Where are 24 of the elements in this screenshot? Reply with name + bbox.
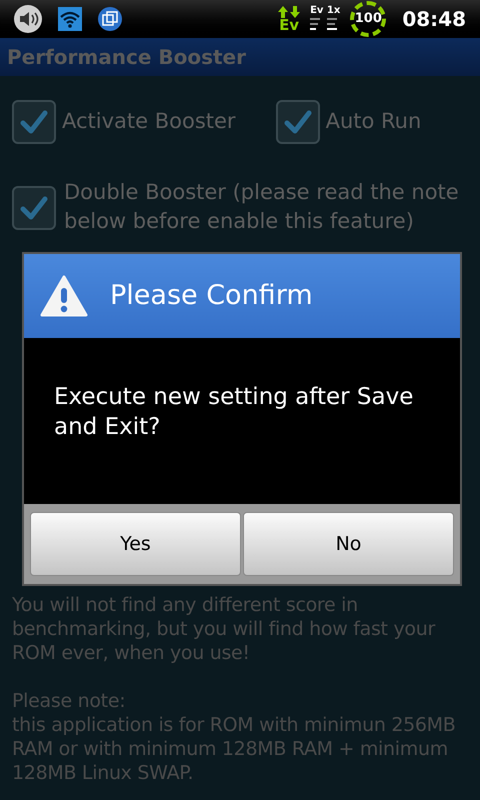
checkbox[interactable]	[276, 100, 320, 144]
dialog-message: Execute new setting after Save and Exit?	[54, 383, 414, 442]
note-paragraph: Please note: this application is for ROM with minimun 256MB RAM or with minimum 128MB RAM + minimum 128MB Linux SWAP.	[12, 689, 457, 785]
clock-time: 08:48	[402, 6, 466, 33]
option-label: Double Booster (please read the note below before enable this feature)	[64, 179, 460, 235]
option-label: Auto Run	[326, 108, 422, 136]
checkmark-icon	[284, 110, 312, 134]
checkbox[interactable]	[12, 100, 56, 144]
speaker-icon	[14, 5, 42, 33]
warning-icon	[40, 275, 88, 317]
checkmark-icon	[20, 110, 48, 134]
note-paragraph: You will not find any different score in benchmarking, but you will find how fast your ROM ever, when you use!	[12, 593, 436, 665]
signal-label: Ev 1x	[310, 6, 340, 16]
dialog-button[interactable]: Yes	[30, 512, 241, 576]
window-title: Performance Booster	[7, 44, 246, 71]
checkmark-icon	[20, 196, 48, 220]
wifi-icon	[58, 7, 82, 31]
checkbox[interactable]	[12, 186, 56, 230]
dialog-button[interactable]: No	[243, 512, 454, 576]
sync-icon	[98, 7, 122, 31]
dialog-title: Please Confirm	[110, 278, 313, 313]
data-arrows-icon	[278, 6, 300, 18]
option-label: Activate Booster	[62, 108, 236, 136]
network-type-label: Ev	[279, 18, 300, 32]
